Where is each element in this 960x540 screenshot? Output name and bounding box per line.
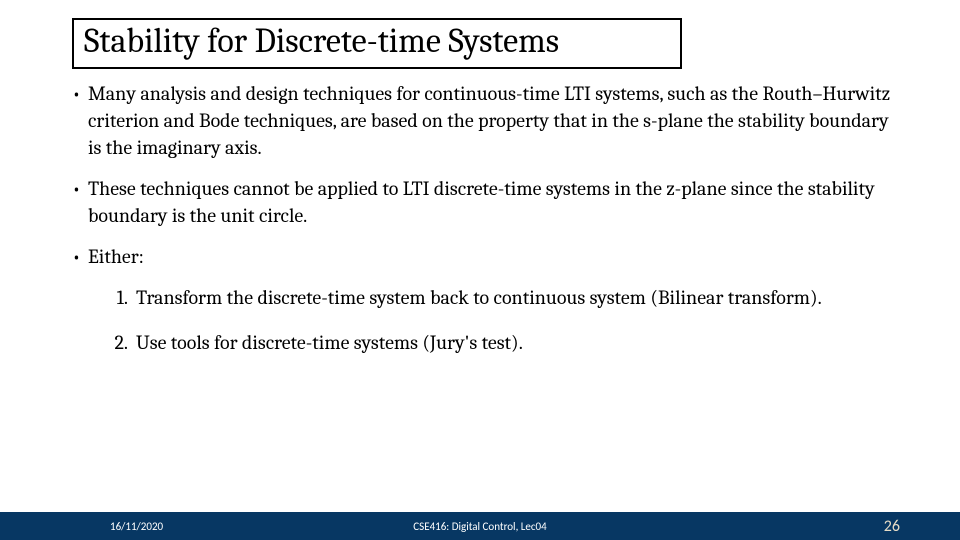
list-text: Use tools for discrete-time systems (Jur…	[136, 329, 892, 356]
footer-course: CSE416: Digital Control, Lec04	[413, 520, 546, 533]
slide-body: Many analysis and design techniques for …	[72, 80, 892, 374]
list-number: 1.	[108, 284, 136, 311]
slide: Stability for Discrete-time Systems Many…	[0, 0, 960, 540]
footer-date: 16/11/2020	[110, 520, 163, 533]
footer-bar: 16/11/2020 CSE416: Digital Control, Lec0…	[0, 512, 960, 540]
bullet-item: Either:	[72, 243, 892, 270]
numbered-list: 1. Transform the discrete-time system ba…	[108, 284, 892, 356]
list-text: Transform the discrete-time system back …	[136, 284, 892, 311]
slide-title-box: Stability for Discrete-time Systems	[72, 18, 682, 69]
list-item: 1. Transform the discrete-time system ba…	[108, 284, 892, 311]
list-item: 2. Use tools for discrete-time systems (…	[108, 329, 892, 356]
slide-title: Stability for Discrete-time Systems	[84, 22, 670, 61]
list-number: 2.	[108, 329, 136, 356]
footer-page-number: 26	[884, 517, 900, 536]
bullet-item: Many analysis and design techniques for …	[72, 80, 892, 161]
bullet-item: These techniques cannot be applied to LT…	[72, 175, 892, 229]
